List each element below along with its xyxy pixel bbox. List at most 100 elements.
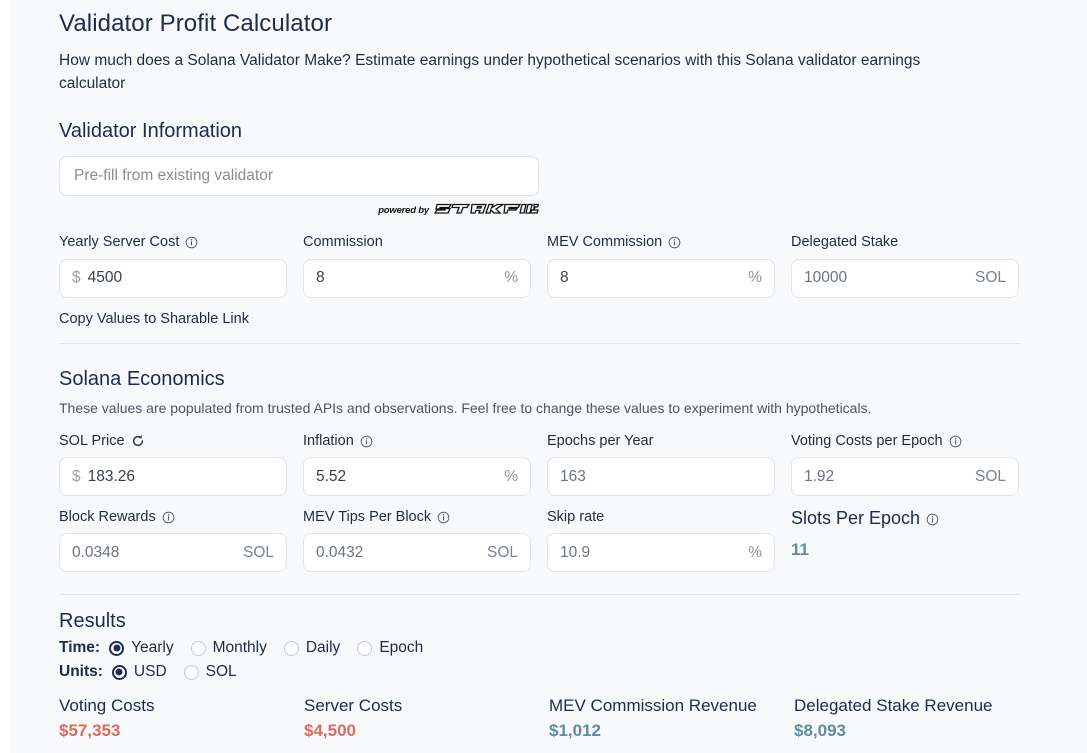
time-radio-group: Time: Yearly Monthly Daily Epoch — [59, 639, 1048, 657]
field-delegated-stake: Delegated Stake 10000 SOL — [791, 234, 1019, 298]
input-value: 183.26 — [87, 467, 136, 485]
radio-units-sol[interactable]: SOL — [183, 663, 237, 681]
input-commission[interactable]: 8 % — [303, 258, 531, 298]
input-yearly-server-cost[interactable]: $ 4500 — [59, 258, 287, 298]
radio-mark[interactable] — [283, 640, 299, 656]
copy-sharable-link-button[interactable]: Copy Values to Sharable Link — [59, 311, 249, 327]
input-value: 163 — [560, 467, 586, 485]
field-skip-rate: Skip rate 10.9 % — [547, 508, 775, 573]
results-grid: Voting Costs $57,353 Server Costs $4,500… — [59, 695, 1048, 753]
calculator-page: Validator Profit Calculator How much doe… — [10, 0, 1087, 753]
page-content: Validator Profit Calculator How much doe… — [10, 0, 1048, 753]
units-radio-group: Units: USD SOL — [59, 663, 1048, 681]
info-icon[interactable] — [949, 435, 962, 448]
label-text: Slots Per Epoch — [791, 508, 921, 529]
info-icon[interactable] — [360, 435, 373, 448]
refresh-icon[interactable] — [131, 434, 145, 448]
label-text: MEV Tips Per Block — [303, 508, 432, 525]
input-mev-tips-per-block[interactable]: 0.0432 SOL — [303, 533, 531, 573]
result-mev-commission-revenue: MEV Commission Revenue $1,012 — [549, 695, 794, 741]
solana-economics-heading: Solana Economics — [59, 367, 225, 390]
solana-economics-description: These values are populated from trusted … — [59, 399, 872, 416]
field-mev-tips-per-block: MEV Tips Per Block 0.0432 SOL — [303, 508, 531, 573]
field-slots-per-epoch: Slots Per Epoch 11 — [791, 508, 1019, 572]
result-label: MEV Commission Revenue — [549, 696, 757, 716]
result-value: $57,353 — [59, 720, 121, 740]
info-icon[interactable] — [437, 511, 450, 524]
radio-label: Daily — [305, 639, 341, 657]
radio-time-daily[interactable]: Daily — [283, 639, 341, 657]
field-label-inflation: Inflation — [303, 432, 531, 450]
input-delegated-stake[interactable]: 10000 SOL — [791, 258, 1019, 298]
label-text: Block Rewards — [59, 508, 156, 525]
field-voting-costs-per-epoch: Voting Costs per Epoch 1.92 SOL — [791, 432, 1019, 497]
input-suffix: SOL — [974, 269, 1006, 287]
value-slots-per-epoch: 11 — [791, 540, 809, 560]
input-value: 8 — [560, 269, 569, 287]
radio-mark[interactable] — [109, 640, 125, 656]
radio-label: SOL — [205, 663, 237, 681]
input-sol-price[interactable]: $ 183.26 — [59, 457, 287, 497]
result-label: Server Costs — [304, 696, 403, 716]
radio-units-usd[interactable]: USD — [111, 663, 167, 681]
result-value: $4,500 — [304, 720, 356, 740]
field-yearly-server-cost: Yearly Server Cost $ 4500 — [59, 234, 287, 298]
field-block-rewards: Block Rewards 0.0348 SOL — [59, 508, 287, 573]
input-value: 0.0432 — [316, 543, 364, 561]
input-prefix: $ — [72, 269, 81, 287]
field-inflation: Inflation 5.52 % — [303, 432, 531, 497]
info-icon[interactable] — [926, 513, 939, 526]
prefill-wrapper: powered by — [59, 155, 1048, 220]
info-icon[interactable] — [162, 511, 175, 524]
radio-label: Yearly — [131, 639, 174, 657]
radio-label: Epoch — [379, 639, 424, 657]
field-label-skip-rate: Skip rate — [547, 508, 775, 526]
radio-time-epoch[interactable]: Epoch — [357, 639, 423, 657]
radio-time-monthly[interactable]: Monthly — [190, 639, 267, 657]
field-epochs-per-year: Epochs per Year 163 — [547, 432, 775, 497]
result-server-costs: Server Costs $4,500 — [304, 695, 549, 741]
page-title: Validator Profit Calculator — [59, 10, 333, 37]
radio-mark[interactable] — [357, 640, 373, 656]
input-value: 0.0348 — [72, 543, 120, 561]
radio-mark[interactable] — [190, 640, 206, 656]
radio-mark[interactable] — [111, 664, 127, 680]
input-skip-rate[interactable]: 10.9 % — [547, 533, 775, 573]
input-value: 10.9 — [560, 543, 591, 561]
validator-information-heading: Validator Information — [59, 119, 243, 142]
info-icon[interactable] — [185, 236, 198, 249]
input-value: 10000 — [804, 269, 848, 287]
input-suffix: % — [504, 269, 518, 287]
input-suffix: SOL — [974, 467, 1006, 485]
economics-fields-row1: SOL Price $ 183.26 Inflation 5.52 % Epoc… — [59, 432, 1048, 497]
stakewiz-logo-icon — [433, 201, 541, 220]
input-inflation[interactable]: 5.52 % — [303, 457, 531, 497]
radio-time-yearly[interactable]: Yearly — [109, 639, 174, 657]
radio-mark[interactable] — [183, 664, 199, 680]
label-text: Epochs per Year — [547, 432, 654, 449]
result-value: $1,012 — [549, 720, 601, 740]
input-mev-commission[interactable]: 8 % — [547, 258, 775, 298]
prefill-validator-input[interactable] — [59, 155, 539, 196]
units-group-label: Units: — [59, 663, 103, 681]
info-icon[interactable] — [668, 236, 681, 249]
field-label-epochs-per-year: Epochs per Year — [547, 432, 775, 450]
input-suffix: % — [748, 269, 762, 287]
powered-by-label: powered by — [378, 204, 429, 216]
result-value: $8,093 — [794, 720, 846, 740]
input-suffix: % — [504, 467, 518, 485]
field-label-commission: Commission — [303, 234, 531, 252]
input-epochs-per-year[interactable]: 163 — [547, 457, 775, 497]
radio-label: USD — [133, 663, 167, 681]
input-voting-costs-per-epoch[interactable]: 1.92 SOL — [791, 457, 1019, 497]
result-delegated-stake-revenue: Delegated Stake Revenue $8,093 — [794, 695, 1039, 741]
field-mev-commission: MEV Commission 8 % — [547, 234, 775, 298]
results-heading: Results — [59, 610, 126, 633]
field-label-slots-per-epoch: Slots Per Epoch — [791, 508, 1019, 530]
field-label-sol-price: SOL Price — [59, 432, 287, 450]
input-block-rewards[interactable]: 0.0348 SOL — [59, 533, 287, 573]
input-suffix: % — [748, 543, 762, 561]
label-text: Delegated Stake — [791, 233, 899, 250]
validator-fields-grid: Yearly Server Cost $ 4500 Commission 8 % — [59, 234, 1048, 298]
field-label-voting-costs-per-epoch: Voting Costs per Epoch — [791, 432, 1019, 450]
